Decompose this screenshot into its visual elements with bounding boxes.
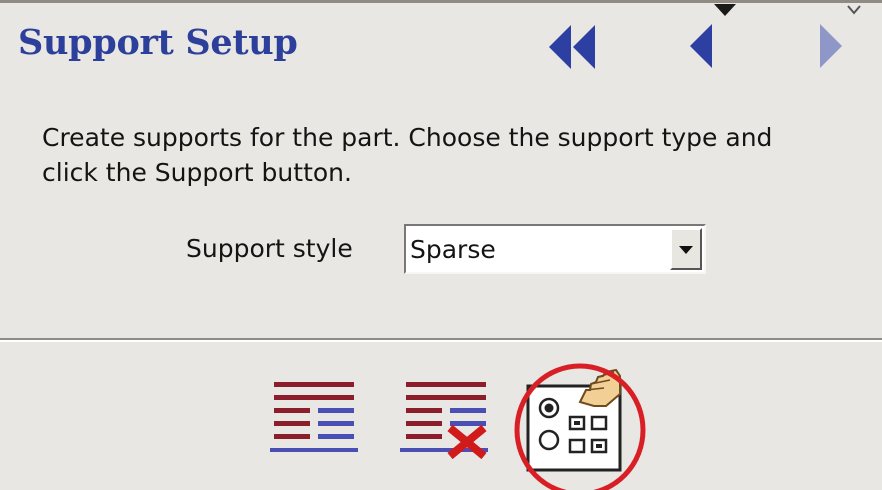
support-layers-button[interactable] <box>268 378 360 464</box>
support-button-icon <box>494 344 664 490</box>
first-step-button[interactable] <box>548 24 598 70</box>
next-step-button[interactable] <box>812 0 870 72</box>
right-arrow-icon <box>812 0 870 72</box>
remove-support-icon <box>398 378 496 464</box>
page-title: Support Setup <box>18 22 298 63</box>
support-style-value: Sparse <box>410 235 496 264</box>
support-style-dropdown-button[interactable] <box>670 228 702 270</box>
panel-top-border <box>0 0 882 3</box>
section-divider-highlight <box>0 340 882 342</box>
support-style-select[interactable]: Sparse <box>404 224 706 274</box>
previous-step-button[interactable] <box>690 0 740 72</box>
support-button[interactable] <box>494 344 664 490</box>
remove-supports-button[interactable] <box>398 378 496 464</box>
double-left-arrow-icon <box>548 24 598 70</box>
support-style-label: Support style <box>186 234 353 263</box>
support-layers-icon <box>268 378 360 464</box>
left-arrow-icon <box>690 0 740 72</box>
instructions-text: Create supports for the part. Choose the… <box>42 123 773 187</box>
support-setup-panel: Support Setup Create supports for the pa… <box>0 0 882 490</box>
